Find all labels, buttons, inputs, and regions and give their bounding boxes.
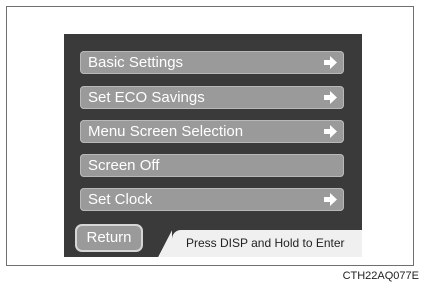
set-clock-label: Set Clock [88, 191, 153, 208]
menu-screen-selection-label: Menu Screen Selection [88, 123, 244, 140]
menu-screen-selection-button[interactable]: Menu Screen Selection [80, 120, 344, 143]
hint-text: Press DISP and Hold to Enter [158, 230, 362, 257]
arrow-right-icon [324, 91, 337, 104]
set-eco-savings-button[interactable]: Set ECO Savings [80, 86, 344, 109]
arrow-right-icon [324, 193, 337, 206]
screen-off-label: Screen Off [88, 157, 160, 174]
basic-settings-button[interactable]: Basic Settings [80, 51, 344, 74]
set-eco-savings-label: Set ECO Savings [88, 89, 205, 106]
set-clock-button[interactable]: Set Clock [80, 188, 344, 211]
screen-off-button[interactable]: Screen Off [80, 154, 344, 177]
arrow-right-icon [324, 56, 337, 69]
basic-settings-label: Basic Settings [88, 54, 184, 71]
arrow-right-icon [324, 125, 337, 138]
display-screen: Basic Settings Set ECO Savings Menu Scre… [64, 34, 362, 257]
figure-code: CTH22AQ077E [342, 270, 419, 282]
return-button[interactable]: Return [75, 224, 143, 252]
